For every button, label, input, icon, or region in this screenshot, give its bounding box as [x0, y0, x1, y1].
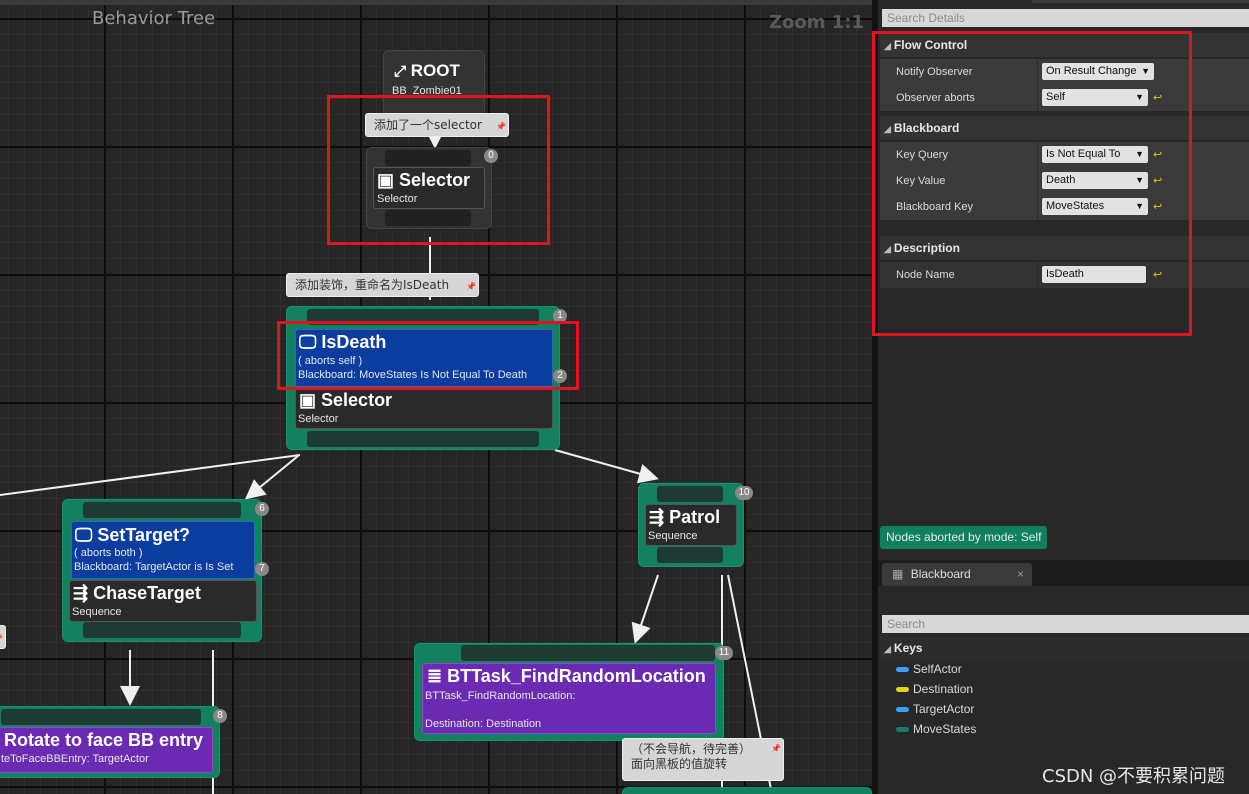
partial-node[interactable]: [622, 787, 872, 794]
task-title: BTTask_FindRandomLocation: [447, 666, 706, 686]
execution-index-badge: 6: [255, 502, 269, 516]
execution-index-badge: 8: [213, 709, 227, 723]
partial-comment: 📌: [0, 625, 6, 649]
blackboard-key-item[interactable]: MoveStates: [896, 722, 976, 736]
root-icon: ⤢: [394, 63, 407, 80]
rotate-task-node[interactable]: Rotate to face BB entry teToFaceBBEntry:…: [0, 706, 227, 778]
sequence-title: Patrol: [669, 507, 721, 527]
comment-text: 添加装饰，重命名为IsDeath: [295, 278, 450, 292]
selector-subtitle: Selector: [298, 413, 339, 425]
enum-key-icon: [896, 727, 909, 733]
decorator-index-badge: 7: [255, 562, 269, 576]
sequence-icon: ⇶: [73, 583, 89, 603]
findrandomlocation-task-node[interactable]: ≣ BTTask_FindRandomLocation BTTask_FindR…: [414, 643, 733, 741]
blackboard-key-item[interactable]: Destination: [896, 682, 973, 696]
decorator-title: SetTarget?: [97, 525, 191, 545]
execution-index-badge: 11: [715, 646, 733, 660]
vector-key-icon: [896, 687, 909, 693]
blackboard-key-item[interactable]: SelfActor: [896, 662, 962, 676]
task-icon: ≣: [427, 666, 443, 686]
collapse-arrow-icon: ◢: [884, 644, 891, 654]
decorator-condition: Blackboard: TargetActor is Is Set: [74, 561, 234, 573]
patrol-node[interactable]: ⇶ Patrol Sequence 10: [638, 483, 753, 567]
tab-label: Blackboard: [910, 567, 971, 581]
behavior-tree-graph[interactable]: Behavior Tree Zoom 1:1 ⤢ ROOT BB_Zombie0…: [0, 0, 872, 794]
blackboard-key-item[interactable]: TargetActor: [896, 702, 974, 716]
chasetarget-node[interactable]: 🖵 SetTarget? ( aborts both ) Blackboard:…: [62, 499, 269, 642]
object-key-icon: [896, 707, 909, 713]
search-details-input[interactable]: Search Details: [882, 9, 1249, 27]
root-title: ROOT: [410, 61, 460, 80]
object-key-icon: [896, 667, 909, 673]
comment-text: 面向黑板的值旋转: [631, 757, 728, 771]
pin-icon: 📌: [466, 282, 476, 291]
selector-title: Selector: [321, 390, 393, 410]
blackboard-search-input[interactable]: Search: [882, 615, 1249, 633]
category-label: Keys: [893, 641, 923, 655]
decorator-aborts: ( aborts both ): [74, 547, 143, 559]
keys-category[interactable]: ◢ Keys: [880, 636, 1249, 660]
highlight-box: [277, 321, 579, 390]
sequence-subtitle: Sequence: [648, 530, 698, 542]
decorator-icon: 🖵: [75, 525, 93, 545]
task-parameter: Destination: Destination: [425, 718, 542, 730]
sequence-title: ChaseTarget: [93, 583, 201, 603]
task-title: Rotate to face BB entry: [4, 730, 204, 750]
highlight-box: [327, 95, 550, 245]
execution-index-badge: 10: [735, 486, 753, 500]
close-icon[interactable]: ×: [1017, 563, 1024, 585]
comment-text: （不会导航，待完善）: [631, 742, 752, 756]
comment-bubble[interactable]: （不会导航，待完善） 面向黑板的值旋转 📌: [622, 738, 784, 781]
watermark: CSDN @不要积累问题: [1042, 766, 1226, 787]
comment-bubble[interactable]: 添加装饰，重命名为IsDeath 📌: [286, 273, 479, 297]
tab-blackboard[interactable]: ▦ Blackboard ×: [882, 563, 1032, 586]
highlight-box: [872, 31, 1192, 336]
selector-icon: ▣: [299, 390, 317, 410]
aborted-nodes-note: Nodes aborted by mode: Self: [880, 526, 1048, 549]
blackboard-icon: ▦: [892, 567, 904, 581]
task-description: BTTask_FindRandomLocation:: [425, 690, 576, 702]
task-parameter: teToFaceBBEntry: TargetActor: [1, 753, 149, 765]
sequence-icon: ⇶: [649, 507, 665, 527]
sequence-subtitle: Sequence: [72, 606, 122, 618]
pin-icon: 📌: [771, 744, 781, 753]
pin-icon: 📌: [0, 628, 3, 650]
